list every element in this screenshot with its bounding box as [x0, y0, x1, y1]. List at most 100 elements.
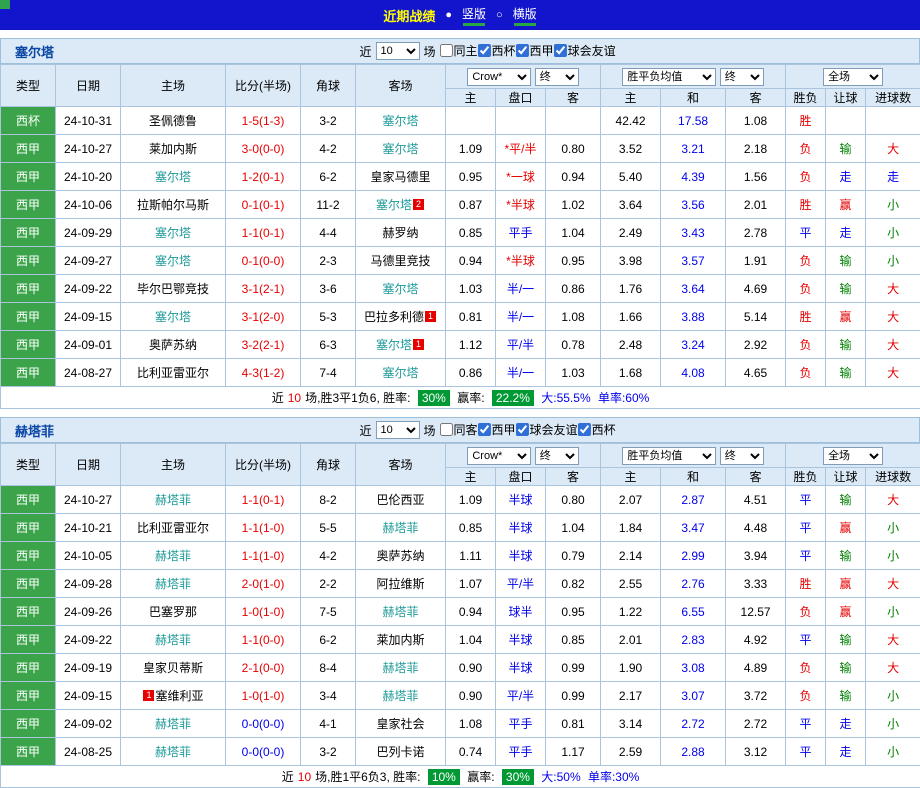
avg-away-cell: 2.78 [726, 219, 786, 247]
avg-draw-cell: 4.39 [661, 163, 726, 191]
avg-select[interactable]: 胜平负均值 [622, 447, 716, 465]
date-cell: 24-08-25 [56, 738, 121, 766]
team-link[interactable]: 赫塔菲 [155, 493, 191, 507]
team-link[interactable]: 奥萨苏纳 [149, 338, 197, 352]
odds-company-select[interactable]: Crow* [467, 68, 531, 86]
team-link[interactable]: 赫塔菲 [155, 745, 191, 759]
team-link[interactable]: 赫塔菲 [382, 521, 418, 535]
checkbox-input[interactable] [516, 423, 529, 436]
team-link[interactable]: 皇家马德里 [370, 170, 430, 184]
corner-cell: 2-3 [301, 247, 356, 275]
filter-checkbox[interactable]: 球会友谊 [554, 42, 616, 59]
score-cell: 1-0(1-0) [226, 682, 301, 710]
team-link[interactable]: 塞尔塔 [376, 198, 412, 212]
filter-checkbox[interactable]: 西杯 [578, 421, 616, 438]
date-cell: 24-09-15 [56, 682, 121, 710]
away-odds-cell: 0.81 [546, 710, 601, 738]
away-odds-cell [546, 107, 601, 135]
home-odds-cell: 0.90 [446, 682, 496, 710]
team-link[interactable]: 比利亚雷亚尔 [137, 366, 209, 380]
team-link[interactable]: 奥萨苏纳 [376, 549, 424, 563]
goals-result-cell: 小 [866, 598, 920, 626]
match-row: 西甲24-10-27莱加内斯3-0(0-0)4-2塞尔塔1.09*平/半0.80… [1, 135, 920, 163]
avg-select[interactable]: 胜平负均值 [622, 68, 716, 86]
team-link[interactable]: 赫塔菲 [155, 577, 191, 591]
col-odds-home: 主 [446, 468, 496, 486]
radio-selected-icon[interactable]: ● [445, 9, 452, 21]
league-type-cell: 西甲 [1, 191, 56, 219]
checkbox-input[interactable] [478, 423, 491, 436]
team-link[interactable]: 拉斯帕尔马斯 [137, 198, 209, 212]
home-odds-cell: 1.04 [446, 626, 496, 654]
filter-checkbox[interactable]: 西甲 [478, 421, 516, 438]
handicap-result-cell: 走 [826, 710, 866, 738]
team-link[interactable]: 塞尔塔 [155, 170, 191, 184]
checkbox-input[interactable] [578, 423, 591, 436]
team-link[interactable]: 巴列卡诺 [376, 745, 424, 759]
team-link[interactable]: 塞尔塔 [382, 142, 418, 156]
team-link[interactable]: 塞尔塔 [155, 254, 191, 268]
filter-checkbox[interactable]: 西甲 [516, 42, 554, 59]
filter-checkbox[interactable]: 同客 [440, 421, 478, 438]
checkbox-input[interactable] [554, 44, 567, 57]
filter-checkbox[interactable]: 球会友谊 [516, 421, 578, 438]
team-link[interactable]: 塞尔塔 [155, 310, 191, 324]
avg-final-select[interactable]: 终 [720, 68, 764, 86]
team-link[interactable]: 莱加内斯 [149, 142, 197, 156]
radio-horizontal[interactable]: 横版 [513, 5, 537, 26]
team-title[interactable]: 赫塔菲 [15, 421, 54, 440]
team-link[interactable]: 皇家贝蒂斯 [143, 661, 203, 675]
filter-checkbox[interactable]: 西杯 [478, 42, 516, 59]
team-link[interactable]: 塞尔塔 [155, 226, 191, 240]
radio-vertical[interactable]: 竖版 [462, 5, 486, 26]
checkbox-input[interactable] [440, 423, 453, 436]
team-link[interactable]: 塞尔塔 [382, 282, 418, 296]
avg-draw-cell: 2.72 [661, 710, 726, 738]
team-link[interactable]: 莱加内斯 [376, 633, 424, 647]
goals-result-cell: 小 [866, 682, 920, 710]
team-link[interactable]: 圣佩德鲁 [149, 114, 197, 128]
team-link[interactable]: 赫塔菲 [382, 661, 418, 675]
team-link[interactable]: 赫塔菲 [155, 717, 191, 731]
team-link[interactable]: 塞尔塔 [382, 114, 418, 128]
team-link[interactable]: 巴拉多利德 [364, 310, 424, 324]
team-link[interactable]: 巴塞罗那 [149, 605, 197, 619]
team-link[interactable]: 赫塔菲 [382, 689, 418, 703]
team-link[interactable]: 阿拉维斯 [376, 577, 424, 591]
team-link[interactable]: 赫罗纳 [382, 226, 418, 240]
away-odds-cell: 1.04 [546, 219, 601, 247]
radio-unselected-icon[interactable]: ○ [496, 9, 503, 21]
result-cell: 平 [786, 738, 826, 766]
near-count-select[interactable]: 10 [376, 421, 420, 439]
team-title[interactable]: 塞尔塔 [15, 42, 54, 61]
league-type-cell: 西甲 [1, 598, 56, 626]
avg-final-select[interactable]: 终 [720, 447, 764, 465]
team-link[interactable]: 马德里竞技 [370, 254, 430, 268]
near-count-select[interactable]: 10 [376, 42, 420, 60]
team-link[interactable]: 赫塔菲 [155, 633, 191, 647]
team-link[interactable]: 皇家社会 [376, 717, 424, 731]
corner-cell: 3-4 [301, 682, 356, 710]
team-link[interactable]: 塞维利亚 [155, 689, 203, 703]
odds-company-select[interactable]: Crow* [467, 447, 531, 465]
team-link[interactable]: 巴伦西亚 [376, 493, 424, 507]
checkbox-input[interactable] [478, 44, 491, 57]
checkbox-input[interactable] [440, 44, 453, 57]
team-link[interactable]: 赫塔菲 [155, 549, 191, 563]
checkbox-input[interactable] [516, 44, 529, 57]
team-link[interactable]: 赫塔菲 [382, 605, 418, 619]
odds-final-select[interactable]: 终 [535, 68, 579, 86]
team-link[interactable]: 比利亚雷亚尔 [137, 521, 209, 535]
handicap-cell: 平手 [496, 710, 546, 738]
team-link[interactable]: 塞尔塔 [382, 366, 418, 380]
goals-result-cell: 大 [866, 654, 920, 682]
corner-cell: 8-2 [301, 486, 356, 514]
scope-select[interactable]: 全场 [823, 68, 883, 86]
filter-checkbox[interactable]: 同主 [440, 42, 478, 59]
odds-final-select[interactable]: 终 [535, 447, 579, 465]
team-link[interactable]: 毕尔巴鄂竞技 [137, 282, 209, 296]
team-link[interactable]: 塞尔塔 [376, 338, 412, 352]
league-type-cell: 西甲 [1, 247, 56, 275]
scope-select[interactable]: 全场 [823, 447, 883, 465]
avg-home-cell: 5.40 [601, 163, 661, 191]
